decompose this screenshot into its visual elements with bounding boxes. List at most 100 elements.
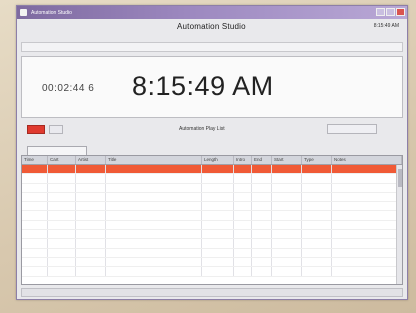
table-cell (302, 174, 332, 183)
table-cell (202, 183, 234, 192)
app-icon (20, 9, 27, 16)
table-cell (234, 239, 252, 248)
table-row[interactable] (22, 257, 402, 268)
close-icon[interactable] (396, 8, 405, 16)
table-cell (202, 174, 234, 183)
column-header[interactable]: Type (302, 156, 332, 164)
column-header[interactable]: Start (272, 156, 302, 164)
table-cell (202, 211, 234, 220)
table-cell (332, 267, 402, 275)
table-cell (106, 174, 202, 183)
title-bar: Automation Studio (17, 6, 407, 19)
app-window: Automation Studio Automation Studio 8:15… (16, 5, 408, 300)
table-cell (106, 165, 202, 174)
table-cell (234, 174, 252, 183)
table-cell (234, 183, 252, 192)
table-row[interactable] (22, 220, 402, 231)
top-toolbar: Automation Studio 8:15:49 AM (21, 22, 403, 40)
table-cell (106, 248, 202, 257)
table-cell (202, 192, 234, 202)
column-header[interactable]: Cart (48, 156, 76, 164)
table-row[interactable] (22, 174, 402, 184)
table-cell (332, 174, 402, 182)
table-cell (48, 211, 76, 220)
table-cell (22, 220, 48, 230)
table-row[interactable] (22, 230, 402, 240)
table-cell (272, 230, 302, 239)
table-cell (76, 202, 106, 211)
table-cell (234, 257, 252, 267)
table-row[interactable] (22, 183, 402, 193)
table-cell (76, 192, 106, 202)
playlist-tab[interactable] (27, 146, 87, 155)
table-cell (302, 239, 332, 248)
table-row[interactable] (22, 165, 402, 175)
minimize-icon[interactable] (376, 8, 385, 16)
table-cell (106, 267, 202, 276)
table-cell (252, 257, 272, 267)
small-control-button[interactable] (49, 125, 63, 134)
table-row[interactable] (22, 211, 402, 221)
big-clock: 8:15:49 AM (132, 71, 274, 101)
table-row[interactable] (22, 202, 402, 212)
table-cell (302, 202, 332, 211)
toolbar-clock-readout: 8:15:49 AM (373, 23, 399, 29)
table-cell (302, 267, 332, 276)
table-cell (202, 267, 234, 276)
playlist-header: Automation Play List (21, 122, 403, 138)
table-cell (302, 257, 332, 267)
table-cell (272, 165, 302, 174)
table-cell (106, 183, 202, 192)
column-header[interactable]: Notes (332, 156, 402, 164)
scrollbar-thumb[interactable] (398, 169, 402, 187)
table-row[interactable] (22, 267, 402, 277)
table-cell (48, 192, 76, 202)
table-cell (48, 220, 76, 230)
table-cell (76, 220, 106, 230)
column-header[interactable]: Length (202, 156, 234, 164)
table-cell (48, 202, 76, 211)
maximize-icon[interactable] (386, 8, 395, 16)
table-cell (22, 192, 48, 202)
table-cell (48, 257, 76, 267)
table-cell (202, 230, 234, 239)
status-bar (21, 288, 403, 297)
table-cell (332, 193, 402, 201)
table-cell (272, 248, 302, 257)
table-cell (234, 192, 252, 202)
column-header[interactable]: End (252, 156, 272, 164)
table-cell (252, 248, 272, 257)
table-cell (234, 202, 252, 211)
studio-title: Automation Studio (177, 22, 246, 31)
table-cell (272, 174, 302, 183)
table-cell (106, 202, 202, 211)
stop-button[interactable] (27, 125, 45, 134)
table-cell (272, 257, 302, 267)
table-row[interactable] (22, 248, 402, 258)
table-cell (22, 248, 48, 257)
table-cell (76, 174, 106, 183)
table-cell (272, 192, 302, 202)
table-cell (272, 211, 302, 220)
column-header[interactable]: Time (22, 156, 48, 164)
table-cell (272, 183, 302, 192)
table-cell (48, 174, 76, 183)
table-cell (302, 220, 332, 230)
column-header[interactable]: Artist (76, 156, 106, 164)
table-cell (22, 202, 48, 211)
grid-header: Time Cart Artist Title Length Intro End … (22, 156, 402, 165)
table-cell (22, 165, 48, 174)
playlist-dropdown[interactable] (327, 124, 377, 134)
table-row[interactable] (22, 192, 402, 203)
table-cell (106, 230, 202, 239)
column-header[interactable]: Title (106, 156, 202, 164)
table-row[interactable] (22, 239, 402, 249)
table-cell (252, 211, 272, 220)
table-cell (234, 267, 252, 276)
table-cell (202, 257, 234, 267)
column-header[interactable]: Intro (234, 156, 252, 164)
table-cell (22, 239, 48, 248)
table-cell (76, 257, 106, 267)
vertical-scrollbar[interactable] (396, 165, 402, 284)
table-cell (252, 202, 272, 211)
